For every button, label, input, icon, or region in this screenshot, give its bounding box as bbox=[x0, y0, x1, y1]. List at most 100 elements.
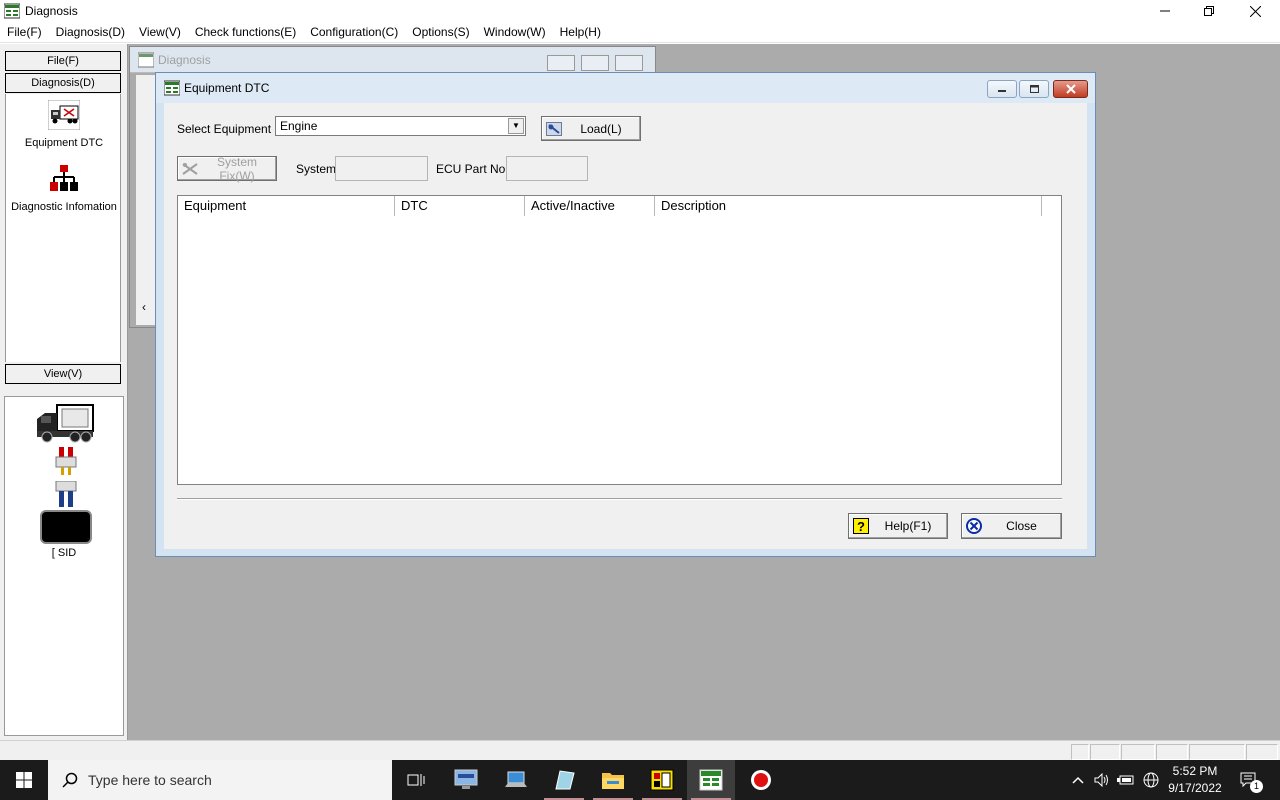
menu-configuration[interactable]: Configuration(C) bbox=[303, 22, 405, 42]
diagnosis-app-icon bbox=[699, 769, 723, 791]
menu-options[interactable]: Options(S) bbox=[405, 22, 476, 42]
tray-overflow-button[interactable] bbox=[1068, 760, 1088, 800]
taskbar-app-recorder[interactable] bbox=[737, 760, 785, 800]
dialog-maximize-button[interactable] bbox=[1019, 80, 1049, 98]
system-fix-label: System Fix(W) bbox=[216, 154, 257, 183]
battery-button[interactable] bbox=[1115, 760, 1137, 800]
taskbar-app-laptop[interactable] bbox=[492, 760, 540, 800]
connector-icon bbox=[55, 481, 77, 507]
dtc-table[interactable]: Equipment DTC Active/Inactive Descriptio… bbox=[177, 195, 1062, 485]
dialog-minimize-button[interactable] bbox=[987, 80, 1017, 98]
dialog-close-button[interactable] bbox=[1053, 80, 1088, 98]
window-title: Diagnosis bbox=[25, 4, 78, 18]
task-view-button[interactable] bbox=[392, 760, 440, 800]
bg-window-caption: Diagnosis bbox=[130, 47, 655, 73]
network-button[interactable] bbox=[1140, 760, 1162, 800]
system-field bbox=[335, 156, 428, 181]
menu-diagnosis[interactable]: Diagnosis(D) bbox=[49, 22, 132, 42]
sidebar-item-equipment-dtc[interactable]: Equipment DTC bbox=[6, 99, 122, 149]
speaker-icon bbox=[1094, 773, 1108, 787]
column-header-equipment[interactable]: Equipment bbox=[178, 196, 395, 216]
taskbar-app-diagnostic[interactable] bbox=[540, 760, 588, 800]
laptop-app-icon bbox=[505, 771, 527, 787]
bg-restore-button[interactable] bbox=[581, 55, 609, 71]
battery-icon bbox=[1117, 775, 1134, 785]
ecu-part-no-field bbox=[506, 156, 588, 181]
chevron-down-icon[interactable]: ▼ bbox=[508, 118, 524, 134]
close-button[interactable]: Close bbox=[961, 513, 1062, 539]
taskbar-clock[interactable]: 5:52 PM 9/17/2022 bbox=[1165, 763, 1225, 797]
notification-badge: 1 bbox=[1250, 780, 1263, 793]
close-icon bbox=[1065, 84, 1076, 94]
taskbar-app-diagnosis-active[interactable] bbox=[687, 760, 735, 800]
ecu-device-icon bbox=[40, 510, 92, 544]
taskbar-app-monitor[interactable] bbox=[442, 760, 490, 800]
load-button[interactable]: Load(L) bbox=[541, 116, 641, 141]
tree-icon bbox=[50, 165, 78, 191]
status-segment bbox=[1189, 744, 1245, 760]
minimize-button[interactable] bbox=[1142, 0, 1188, 22]
bg-window-title: Diagnosis bbox=[158, 52, 211, 67]
truck-icon bbox=[47, 99, 81, 131]
dialog-separator bbox=[177, 498, 1062, 500]
app-icon bbox=[164, 80, 180, 96]
svg-text:?: ? bbox=[857, 519, 865, 534]
status-bar bbox=[0, 740, 1280, 760]
task-view-icon bbox=[407, 774, 425, 786]
taskbar-app-config[interactable] bbox=[638, 760, 686, 800]
notifications-button[interactable]: 1 bbox=[1234, 760, 1264, 800]
chevron-up-icon bbox=[1072, 776, 1084, 784]
sidebar-item-label: Equipment DTC bbox=[24, 137, 104, 149]
menu-help[interactable]: Help(H) bbox=[553, 22, 608, 42]
select-equipment-label: Select Equipment bbox=[177, 122, 272, 136]
taskbar: Type here to search 5:52 PM 9/17/2022 1 bbox=[0, 760, 1280, 800]
menu-window[interactable]: Window(W) bbox=[477, 22, 553, 42]
windows-icon bbox=[16, 772, 32, 788]
sidebar-diagnosis-button[interactable]: Diagnosis(D) bbox=[5, 73, 121, 93]
ecu-part-no-label: ECU Part No. bbox=[436, 162, 509, 176]
sidebar-view-button[interactable]: View(V) bbox=[5, 364, 121, 384]
restore-button[interactable] bbox=[1186, 0, 1232, 22]
bg-minimize-button[interactable] bbox=[547, 55, 575, 71]
volume-button[interactable] bbox=[1092, 760, 1112, 800]
close-circle-icon bbox=[966, 518, 982, 534]
status-segment bbox=[1071, 744, 1089, 760]
title-bar: Diagnosis bbox=[0, 0, 1280, 22]
app-icon bbox=[4, 3, 20, 19]
minimize-icon bbox=[1160, 10, 1170, 12]
load-button-label: Load(L) bbox=[580, 121, 622, 136]
clock-time: 5:52 PM bbox=[1172, 764, 1218, 778]
left-pane: File(F) Diagnosis(D) Equipment DTC Diagn… bbox=[0, 44, 128, 740]
start-button[interactable] bbox=[0, 760, 48, 800]
monitor-app-icon bbox=[454, 769, 478, 789]
equipment-dtc-dialog: Equipment DTC Select Equipment Engine ▼ … bbox=[155, 72, 1096, 557]
help-button-label: Help(F1) bbox=[884, 519, 932, 533]
dialog-body: Select Equipment Engine ▼ Load(L) System… bbox=[164, 103, 1087, 549]
sidebar-item-label: Diagnostic Infomation bbox=[11, 201, 117, 213]
taskbar-search-box[interactable]: Type here to search bbox=[48, 760, 392, 800]
dialog-caption: Equipment DTC bbox=[156, 73, 1095, 103]
connector-icon bbox=[55, 447, 77, 475]
sidebar-file-button[interactable]: File(F) bbox=[5, 51, 121, 71]
column-header-description[interactable]: Description bbox=[655, 196, 1042, 216]
column-header-active-inactive[interactable]: Active/Inactive bbox=[525, 196, 655, 216]
bg-window-pane: ‹ bbox=[136, 75, 156, 325]
system-fix-button[interactable]: System Fix(W) bbox=[177, 154, 277, 183]
record-icon bbox=[751, 770, 771, 790]
system-label: System bbox=[296, 162, 337, 176]
help-button[interactable]: ? Help(F1) bbox=[848, 513, 948, 539]
menu-check-functions[interactable]: Check functions(E) bbox=[188, 22, 303, 42]
chevron-left-icon[interactable]: ‹ bbox=[142, 300, 146, 314]
status-segment bbox=[1246, 744, 1278, 760]
close-icon bbox=[1249, 5, 1261, 17]
status-segment bbox=[1121, 744, 1155, 760]
select-equipment-dropdown[interactable]: Engine ▼ bbox=[275, 116, 526, 136]
close-window-button[interactable] bbox=[1232, 0, 1278, 22]
menu-view[interactable]: View(V) bbox=[132, 22, 188, 42]
taskbar-file-explorer[interactable] bbox=[589, 760, 637, 800]
sidebar-item-diagnostic-information[interactable]: Diagnostic Infomation bbox=[6, 164, 122, 213]
column-header-dtc[interactable]: DTC bbox=[395, 196, 525, 216]
bg-close-button[interactable] bbox=[615, 55, 643, 71]
menu-file[interactable]: File(F) bbox=[0, 22, 49, 42]
diagnostic-app-icon bbox=[555, 770, 575, 790]
